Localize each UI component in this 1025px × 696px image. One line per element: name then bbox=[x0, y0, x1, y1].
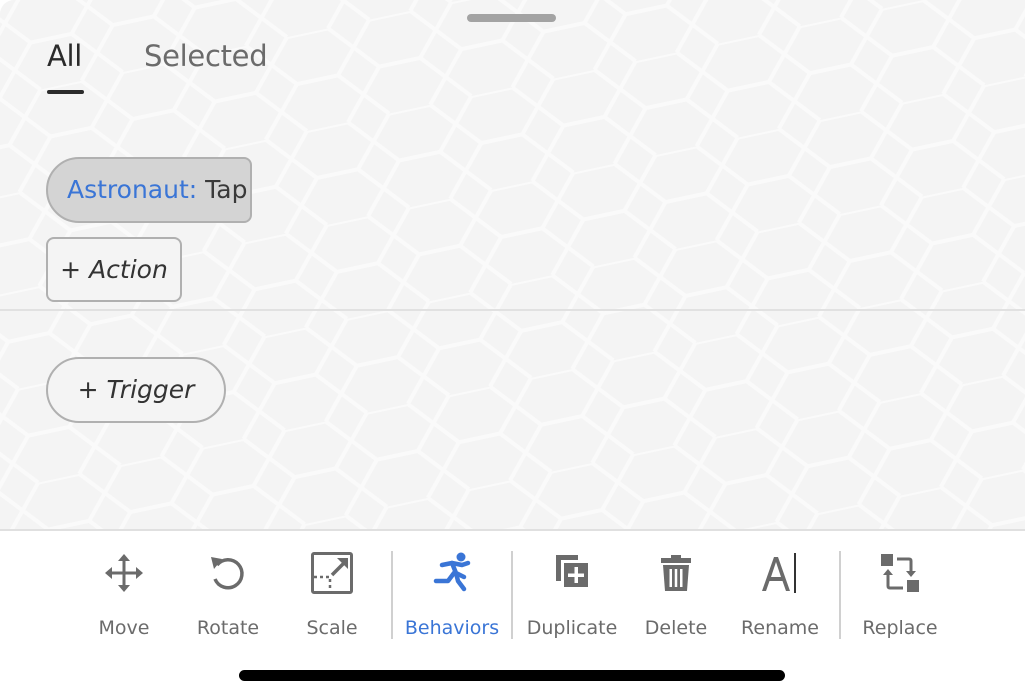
behaviors-tool-button[interactable]: Behaviors bbox=[392, 551, 512, 641]
behaviors-panel: All Selected Astronaut: Tap + Action + T… bbox=[0, 0, 1025, 529]
duplicate-label: Duplicate bbox=[526, 617, 618, 639]
rename-label: Rename bbox=[741, 617, 819, 639]
add-trigger-button[interactable]: + Trigger bbox=[46, 357, 226, 423]
scale-icon bbox=[311, 552, 353, 594]
move-tool-button[interactable]: Move bbox=[64, 551, 184, 641]
home-indicator[interactable] bbox=[239, 670, 785, 681]
trigger-object-name: Astronaut: bbox=[67, 175, 198, 204]
rename-icon bbox=[762, 553, 796, 593]
tab-all[interactable]: All bbox=[47, 36, 82, 76]
replace-tool-button[interactable]: Replace bbox=[840, 551, 960, 641]
tab-selected[interactable]: Selected bbox=[144, 36, 268, 76]
replace-icon bbox=[881, 554, 919, 592]
move-label: Move bbox=[98, 617, 150, 639]
rotate-label: Rotate bbox=[196, 617, 260, 639]
replace-label: Replace bbox=[862, 617, 938, 639]
sheet-grabber-handle[interactable] bbox=[467, 14, 556, 22]
trigger-chip[interactable]: Astronaut: Tap bbox=[46, 157, 252, 223]
behaviors-running-icon bbox=[433, 552, 471, 592]
rename-tool-button[interactable]: Rename bbox=[720, 551, 840, 641]
rotate-icon bbox=[211, 557, 244, 590]
trigger-event-name: Tap bbox=[205, 175, 248, 204]
trash-icon bbox=[661, 555, 691, 591]
scale-label: Scale bbox=[306, 617, 358, 639]
scale-tool-button[interactable]: Scale bbox=[272, 551, 392, 641]
behaviors-label: Behaviors bbox=[404, 617, 500, 639]
section-divider bbox=[0, 309, 1025, 311]
duplicate-icon bbox=[556, 555, 588, 587]
duplicate-tool-button[interactable]: Duplicate bbox=[512, 551, 632, 641]
delete-label: Delete bbox=[644, 617, 708, 639]
rotate-tool-button[interactable]: Rotate bbox=[168, 551, 288, 641]
add-action-button[interactable]: + Action bbox=[46, 237, 182, 302]
move-icon bbox=[105, 554, 143, 592]
bottom-toolbar: Move Rotate Scale Behaviors Duplicate De… bbox=[0, 529, 1025, 649]
active-tab-indicator bbox=[47, 90, 84, 94]
delete-tool-button[interactable]: Delete bbox=[616, 551, 736, 641]
